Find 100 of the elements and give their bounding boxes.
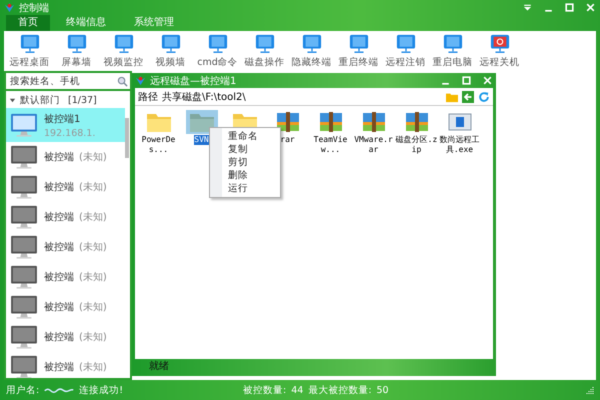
client-name: 被控端 — [44, 150, 74, 164]
file-item[interactable]: 数尚远程工具.exe — [438, 110, 481, 155]
toolbar-button[interactable]: 远程桌面 — [6, 31, 53, 71]
monitor-icon — [442, 34, 464, 54]
computer-icon — [10, 145, 38, 169]
client-status: (未知) — [79, 240, 107, 254]
refresh-icon[interactable] — [478, 90, 490, 102]
file-name: SVN — [194, 135, 209, 145]
back-arrow-icon[interactable] — [462, 90, 474, 102]
monitor-icon — [112, 34, 134, 54]
client-name: 被控端 — [44, 180, 74, 194]
resize-grip-icon[interactable] — [586, 386, 594, 394]
client-status: (未知) — [79, 270, 107, 284]
computer-icon — [10, 355, 38, 378]
client-item[interactable]: 被控端 (未知) — [6, 292, 125, 322]
caret-icon[interactable] — [9, 97, 16, 104]
computer-icon — [10, 265, 38, 289]
client-name: 被控端1 — [44, 112, 80, 126]
connection-status: 连接成功! — [79, 384, 124, 396]
window-title: 控制端 — [19, 2, 49, 14]
logo-icon — [4, 2, 15, 13]
computer-icon — [10, 325, 38, 349]
client-status: (未知) — [79, 150, 107, 164]
close-icon[interactable] — [585, 2, 596, 13]
monitor-icon — [160, 34, 182, 54]
path-label: 路径 — [138, 90, 158, 104]
folder-icon[interactable] — [446, 90, 458, 102]
menu-item[interactable]: 复制 — [210, 143, 280, 156]
client-item[interactable]: 被控端 (未知) — [6, 142, 125, 172]
folder-icon — [188, 111, 214, 133]
maximize-icon[interactable] — [564, 2, 575, 13]
client-name: 被控端 — [44, 300, 74, 314]
tab[interactable]: 首页 — [6, 15, 50, 31]
search-icon[interactable] — [117, 76, 128, 86]
client-item[interactable]: 被控端 (未知) — [6, 232, 125, 262]
status-text: 就绪 — [149, 360, 169, 373]
logo-icon — [135, 75, 146, 86]
archive-icon — [274, 111, 300, 133]
client-item[interactable]: 被控端1 192.168.1. — [6, 108, 125, 142]
folder-icon — [146, 111, 172, 133]
file-name: TeamView... — [312, 135, 348, 155]
menu-item[interactable]: 剪切 — [210, 156, 280, 169]
file-name: rar — [280, 135, 295, 145]
toolbar-button[interactable]: 磁盘操作 — [241, 31, 288, 71]
computer-icon — [10, 113, 38, 137]
client-item[interactable]: 被控端 (未知) — [6, 202, 125, 232]
power-monitor-icon — [488, 34, 510, 54]
client-item[interactable]: 被控端 (未知) — [6, 322, 125, 352]
file-name: VMware.rar — [353, 135, 394, 155]
toolbar-button[interactable]: 远程注销 — [382, 31, 429, 71]
client-status: (未知) — [79, 180, 107, 194]
monitor-icon — [300, 34, 322, 54]
toolbar-button[interactable]: 重启电脑 — [429, 31, 476, 71]
client-status: (未知) — [79, 300, 107, 314]
computer-icon — [10, 295, 38, 319]
application-icon — [446, 111, 472, 133]
client-item[interactable]: 被控端 (未知) — [6, 262, 125, 292]
client-name: 被控端 — [44, 270, 74, 284]
client-name: 被控端 — [44, 240, 74, 254]
menu-item[interactable]: 运行 — [210, 182, 280, 195]
toolbar-button[interactable]: 屏幕墙 — [53, 31, 100, 71]
window-title: 远程磁盘—被控端1 — [150, 74, 236, 88]
max-label: 最大被控数量: — [308, 384, 372, 396]
client-name: 被控端 — [44, 330, 74, 344]
close-icon[interactable] — [482, 75, 493, 86]
archive-icon — [404, 111, 430, 133]
maximize-icon[interactable] — [461, 75, 472, 86]
file-item[interactable]: VMware.rar — [352, 110, 395, 155]
client-name: 被控端 — [44, 360, 74, 374]
toolbar-button[interactable]: 远程关机 — [476, 31, 523, 71]
file-item[interactable]: 磁盘分区.zip — [395, 110, 438, 155]
toolbar-button[interactable]: 视频墙 — [147, 31, 194, 71]
count-label: 被控数量: — [243, 384, 286, 396]
monitor-icon — [206, 34, 228, 54]
user-label: 用户名: — [6, 384, 40, 396]
toolbar-button[interactable]: 视频监控 — [100, 31, 147, 71]
computer-icon — [10, 175, 38, 199]
max-value: 50 — [376, 384, 389, 396]
group-name[interactable]: 默认部门 — [20, 94, 60, 107]
dropdown-icon[interactable] — [522, 2, 533, 13]
toolbar-button[interactable]: 重启终端 — [335, 31, 382, 71]
client-name: 被控端 — [44, 210, 74, 224]
file-name: PowerDes... — [140, 135, 176, 155]
toolbar-button[interactable]: cmd命令 — [194, 31, 241, 71]
file-name: 磁盘分区.zip — [395, 135, 438, 155]
search-field[interactable]: 搜索姓名、手机 — [8, 76, 117, 86]
menu-item[interactable]: 删除 — [210, 169, 280, 182]
client-status: (未知) — [79, 330, 107, 344]
client-status: (未知) — [79, 360, 107, 374]
computer-icon — [10, 235, 38, 259]
monitor-icon — [394, 34, 416, 54]
file-item[interactable]: TeamView... — [309, 110, 352, 155]
toolbar-button[interactable]: 隐藏终端 — [288, 31, 335, 71]
file-name: 数尚远程工具.exe — [438, 135, 480, 155]
file-item[interactable]: PowerDes... — [137, 110, 180, 155]
scrollbar[interactable] — [125, 118, 129, 158]
client-item[interactable]: 被控端 (未知) — [6, 172, 125, 202]
path-field[interactable]: 共享磁盘\F:\tool2\ — [162, 90, 442, 104]
client-status: (未知) — [79, 210, 107, 224]
client-item[interactable]: 被控端 (未知) — [6, 352, 125, 378]
